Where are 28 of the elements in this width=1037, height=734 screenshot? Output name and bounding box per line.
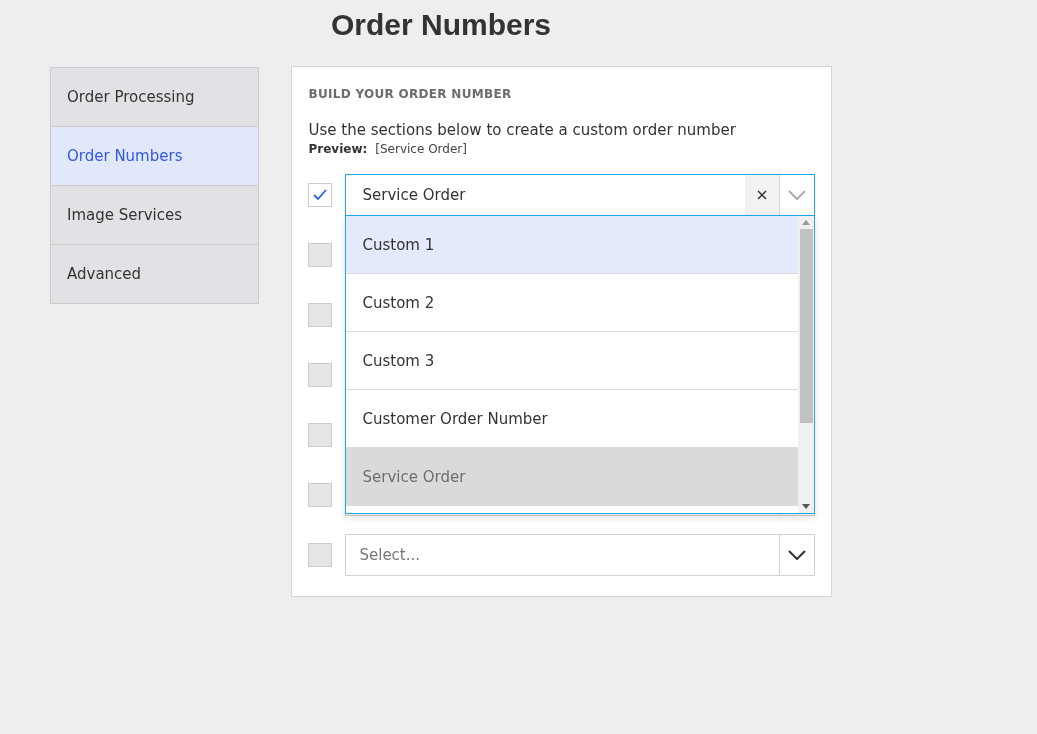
sidebar-item[interactable]: Order Processing	[51, 68, 259, 127]
section-heading: BUILD YOUR ORDER NUMBER	[308, 87, 513, 101]
chevron-down-icon	[788, 550, 806, 560]
checkbox[interactable]	[308, 423, 333, 447]
sidebar-item[interactable]: Advanced	[51, 245, 259, 303]
page-title: Order Numbers	[329, 7, 553, 43]
preview-label: Preview:	[308, 142, 368, 156]
close-icon	[757, 190, 767, 200]
description-text: Use the sections below to create a custom order number	[308, 121, 737, 139]
checkmark-icon	[312, 188, 329, 202]
clear-button[interactable]	[745, 175, 779, 215]
checkbox[interactable]	[308, 543, 333, 567]
select-field[interactable]: Select...	[345, 534, 815, 576]
checkbox[interactable]	[308, 303, 333, 327]
dropdown-option[interactable]: Custom 1	[346, 216, 798, 274]
preview-value: [Service Order]	[375, 142, 467, 156]
scroll-down-arrow-icon[interactable]	[802, 504, 810, 509]
dropdown-option[interactable]: Service Order	[346, 448, 798, 506]
chevron-down-icon	[788, 190, 806, 200]
checkbox[interactable]	[308, 483, 333, 507]
select-field[interactable]: Service Order	[345, 174, 815, 216]
checkbox[interactable]	[308, 363, 333, 387]
sidebar-item[interactable]: Image Services	[51, 186, 259, 245]
checkbox[interactable]	[308, 243, 333, 267]
scrollbar[interactable]	[798, 216, 814, 513]
scroll-up-arrow-icon[interactable]	[802, 220, 810, 225]
checkbox[interactable]	[308, 183, 333, 207]
sidebar-item[interactable]: Order Numbers	[51, 127, 259, 186]
